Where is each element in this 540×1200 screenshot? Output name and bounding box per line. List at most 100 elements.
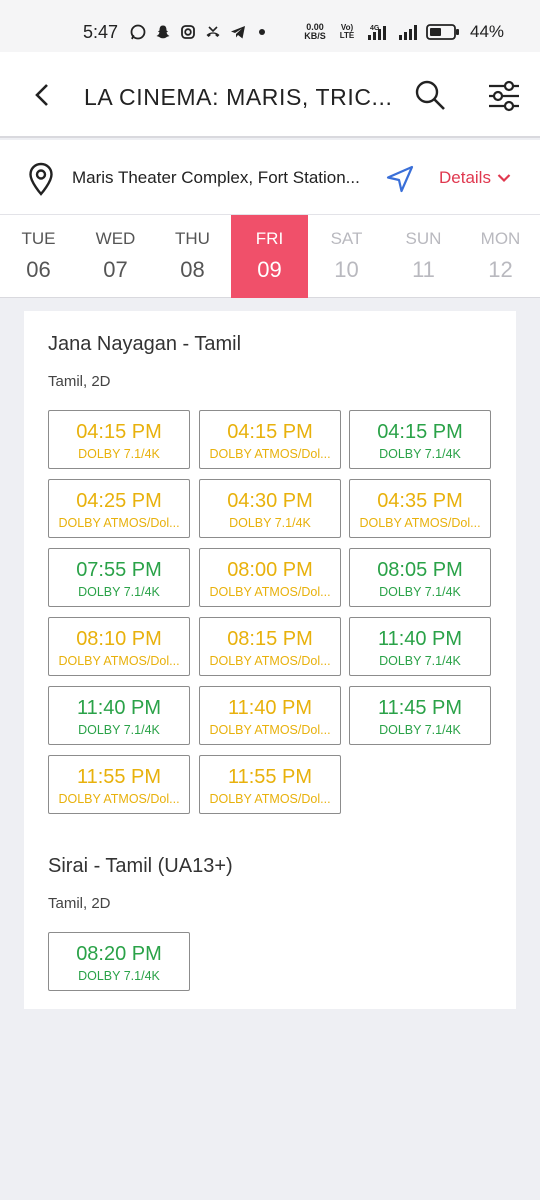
notification-icons	[130, 24, 265, 40]
showtime-button[interactable]: 08:20 PM DOLBY 7.1/4K	[48, 932, 190, 991]
showtime-time: 11:55 PM	[227, 766, 313, 788]
movie-title: Sirai - Tamil (UA13+)	[48, 855, 233, 877]
showtime-button[interactable]: 07:55 PM DOLBY 7.1/4K	[48, 548, 190, 607]
venue-bar: Maris Theater Complex, Fort Station... D…	[0, 140, 540, 214]
showtime-time: 11:40 PM	[227, 697, 313, 719]
showtime-time: 04:15 PM	[377, 421, 463, 443]
showtime-format: DOLBY ATMOS/Dol...	[58, 654, 180, 668]
showtime-button[interactable]: 11:40 PM DOLBY ATMOS/Dol...	[199, 686, 341, 745]
showtime-time: 08:05 PM	[377, 559, 463, 581]
date-number: 10	[334, 257, 359, 282]
showtime-time: 04:30 PM	[227, 490, 313, 512]
battery-icon	[426, 24, 459, 40]
showtime-button[interactable]: 11:40 PM DOLBY 7.1/4K	[349, 617, 491, 676]
date-tab-fri[interactable]: FRI 09	[231, 215, 308, 298]
date-tab-tue[interactable]: TUE 06	[0, 215, 77, 298]
volte-indicator: Vo) LTE	[336, 24, 358, 40]
date-selector: TUE 06 WED 07 THU 08 FRI 09 SAT 10 SUN 11 MON 12	[0, 214, 540, 298]
showtime-time: 11:55 PM	[76, 766, 162, 788]
date-day-of-week: SUN	[405, 229, 442, 248]
movie-title: Jana Nayagan - Tamil	[48, 333, 242, 355]
date-day-of-week: SAT	[330, 229, 363, 248]
showtime-time: 04:15 PM	[227, 421, 313, 443]
date-number: 07	[103, 257, 128, 282]
showtime-format: DOLBY 7.1/4K	[379, 654, 461, 668]
showtime-time: 04:25 PM	[76, 490, 162, 512]
showtime-button[interactable]: 08:00 PM DOLBY ATMOS/Dol...	[199, 548, 341, 607]
filter-icon[interactable]	[487, 79, 521, 113]
showtime-format: DOLBY ATMOS/Dol...	[209, 585, 331, 599]
showtime-format: DOLBY ATMOS/Dol...	[58, 516, 180, 530]
navigation-icon[interactable]	[385, 164, 415, 194]
showtime-time: 04:15 PM	[76, 421, 162, 443]
showtime-format: DOLBY 7.1/4K	[78, 447, 160, 461]
back-arrow-icon[interactable]	[28, 80, 58, 110]
showtime-button[interactable]: 11:40 PM DOLBY 7.1/4K	[48, 686, 190, 745]
showtime-format: DOLBY ATMOS/Dol...	[209, 447, 331, 461]
showtime-time: 08:20 PM	[76, 943, 162, 965]
battery-percent: 44%	[470, 22, 505, 41]
status-bar: 5:47 0.00 KB/S Vo) LTE 4G 44%	[0, 0, 540, 52]
showtime-button[interactable]: 11:55 PM DOLBY ATMOS/Dol...	[199, 755, 341, 814]
date-day-of-week: THU	[175, 229, 210, 248]
showtime-time: 11:40 PM	[377, 628, 463, 650]
signal-4g-icon: 4G	[368, 25, 386, 40]
showtime-button[interactable]: 04:15 PM DOLBY ATMOS/Dol...	[199, 410, 341, 469]
network-speed: 0.00 KB/S	[302, 23, 328, 41]
volte-bottom: LTE	[339, 31, 355, 40]
telegram-icon	[231, 26, 245, 39]
date-number: 08	[180, 257, 205, 282]
app-header: LA CINEMA: MARIS, TRIC...	[0, 52, 540, 138]
showtime-button[interactable]: 04:30 PM DOLBY 7.1/4K	[199, 479, 341, 538]
showtime-button[interactable]: 08:10 PM DOLBY ATMOS/Dol...	[48, 617, 190, 676]
signal-bars-icon	[399, 25, 417, 40]
search-icon[interactable]	[414, 79, 446, 111]
showtime-format: DOLBY 7.1/4K	[379, 723, 461, 737]
date-tab-mon[interactable]: MON 12	[462, 215, 539, 298]
showtime-format: DOLBY 7.1/4K	[78, 585, 160, 599]
date-day-of-week: FRI	[255, 229, 284, 248]
movie-language-format: Tamil, 2D	[48, 895, 111, 912]
more-notifications-dot	[259, 29, 265, 35]
showtime-time: 07:55 PM	[76, 559, 162, 581]
movie-language-format: Tamil, 2D	[48, 373, 111, 390]
showtime-time: 08:15 PM	[227, 628, 313, 650]
showtime-button[interactable]: 04:15 PM DOLBY 7.1/4K	[349, 410, 491, 469]
date-day-of-week: TUE	[21, 229, 56, 248]
showtime-button[interactable]: 04:35 PM DOLBY ATMOS/Dol...	[349, 479, 491, 538]
date-number: 09	[257, 257, 282, 282]
showtime-button[interactable]: 08:15 PM DOLBY ATMOS/Dol...	[199, 617, 341, 676]
showtime-button[interactable]: 04:15 PM DOLBY 7.1/4K	[48, 410, 190, 469]
showtimes-card: Jana Nayagan - Tamil Tamil, 2D 04:15 PM DOL…	[24, 311, 516, 1009]
date-number: 11	[412, 257, 435, 282]
showtime-format: DOLBY ATMOS/Dol...	[209, 654, 331, 668]
showtime-time: 11:40 PM	[76, 697, 162, 719]
details-label: Details	[439, 168, 491, 187]
showtime-format: DOLBY ATMOS/Dol...	[58, 792, 180, 806]
instagram-icon	[181, 25, 195, 39]
showtime-time: 08:10 PM	[76, 628, 162, 650]
missed-call-icon	[206, 26, 220, 37]
date-tab-thu[interactable]: THU 08	[154, 215, 231, 298]
date-tab-sat[interactable]: SAT 10	[308, 215, 385, 298]
date-tab-sun[interactable]: SUN 11	[385, 215, 462, 298]
showtime-time: 08:00 PM	[227, 559, 313, 581]
showtime-button[interactable]: 04:25 PM DOLBY ATMOS/Dol...	[48, 479, 190, 538]
showtime-button[interactable]: 08:05 PM DOLBY 7.1/4K	[349, 548, 491, 607]
showtime-format: DOLBY ATMOS/Dol...	[359, 516, 481, 530]
showtime-button[interactable]: 11:45 PM DOLBY 7.1/4K	[349, 686, 491, 745]
page-title: LA CINEMA: MARIS, TRIC...	[84, 84, 393, 110]
showtime-format: DOLBY 7.1/4K	[379, 447, 461, 461]
date-day-of-week: MON	[480, 229, 521, 248]
date-tab-wed[interactable]: WED 07	[77, 215, 154, 298]
showtime-time: 04:35 PM	[377, 490, 463, 512]
showtime-format: DOLBY 7.1/4K	[379, 585, 461, 599]
snapchat-icon	[156, 25, 170, 39]
details-button[interactable]: Details	[439, 168, 511, 188]
showtime-format: DOLBY ATMOS/Dol...	[209, 723, 331, 737]
clock: 5:47	[83, 22, 119, 42]
showtime-button[interactable]: 11:55 PM DOLBY ATMOS/Dol...	[48, 755, 190, 814]
date-number: 12	[488, 257, 513, 282]
showtime-time: 11:45 PM	[377, 697, 463, 719]
network-speed-unit: KB/S	[304, 31, 326, 41]
